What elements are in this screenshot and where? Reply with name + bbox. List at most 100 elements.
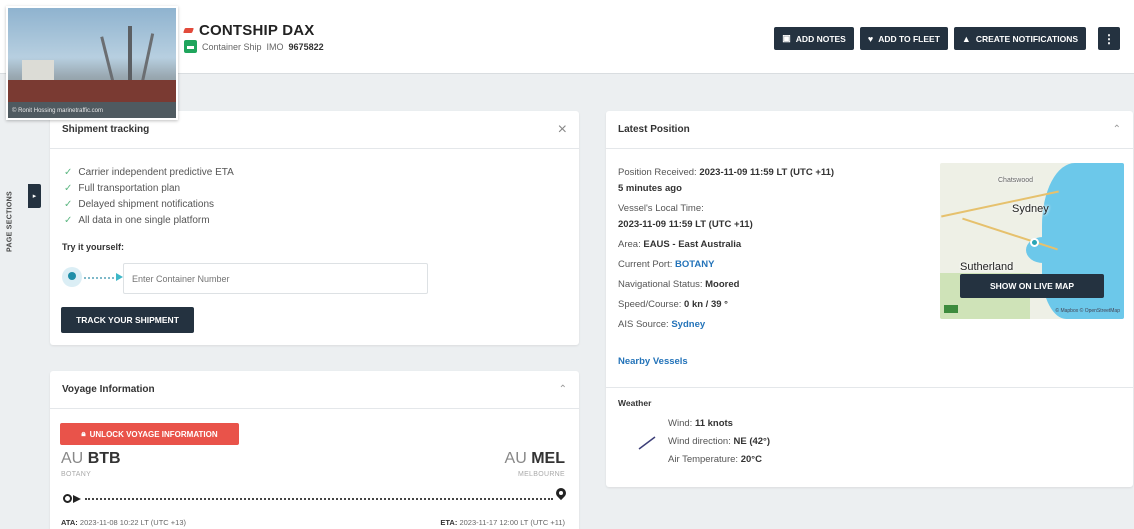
map-label-chatswood: Chatswood (998, 177, 1034, 184)
chevron-up-icon[interactable]: ⌃ (1113, 124, 1121, 135)
add-to-fleet-button[interactable]: ♥ ADD TO FLEET (859, 27, 948, 50)
current-port: Current Port: BOTANY (618, 257, 918, 273)
tracking-illustration (62, 265, 124, 293)
latest-position-card: Latest Position ⌃ Position Received: 202… (606, 111, 1133, 487)
nearby-vessels-link[interactable]: Nearby Vessels (618, 356, 688, 367)
check-icon: ✓ (64, 167, 73, 178)
location-pin-icon (62, 267, 82, 287)
speed-value: 0 kn / 39 ° (684, 299, 728, 310)
check-icon: ✓ (64, 215, 73, 226)
more-options-button[interactable]: ⋮ (1098, 27, 1120, 50)
ata-time: ATA: 2023-11-08 10:22 LT (UTC +13) (61, 518, 186, 527)
create-notifications-button[interactable]: ▲ CREATE NOTIFICATIONS (953, 27, 1086, 50)
ais-label: AIS Source: (618, 319, 669, 330)
current-port-link[interactable]: BOTANY (675, 259, 714, 270)
destination-port-name: MELBOURNE (517, 471, 565, 478)
destination-pin-icon (556, 488, 566, 502)
check-icon: ✓ (64, 183, 73, 194)
photo-hull (8, 80, 176, 102)
lock-icon: 🔒︎ (81, 429, 86, 438)
map-label-sydney: Sydney (1012, 203, 1049, 215)
map-credit: © Mapbox © OpenStreetMap (1055, 308, 1120, 314)
chevron-right-icon: ▸ (32, 193, 37, 200)
chevron-up-icon[interactable]: ⌃ (559, 384, 567, 395)
imo-number: 9675822 (288, 41, 324, 52)
feature-list: ✓ Carrier independent predictive ETA ✓ Ful… (64, 165, 234, 229)
photo-credit: © Ronit Hossing marinetraffic.com (12, 108, 104, 114)
add-notes-button[interactable]: ▣ ADD NOTES (774, 27, 854, 50)
container-number-input[interactable] (123, 263, 428, 294)
photo-crane (140, 33, 155, 83)
feature-item: ✓ Full transportation plan (64, 181, 234, 197)
nav-status-value: Moored (705, 279, 740, 290)
ais-source-link[interactable]: Sydney (671, 319, 705, 330)
origin-circle-icon (63, 494, 72, 503)
current-port-label: Current Port: (618, 259, 673, 270)
nav-status-label: Navigational Status: (618, 279, 703, 290)
wind-direction-icon (638, 436, 656, 450)
feature-item: ✓ All data in one single platform (64, 213, 234, 229)
close-icon[interactable]: × (558, 121, 567, 138)
departure-port-name: BOTANY (61, 471, 92, 478)
imo-label: IMO (266, 41, 284, 52)
air-temperature-value: 20°C (740, 454, 762, 465)
track-shipment-button[interactable]: TRACK YOUR SHIPMENT (61, 307, 194, 333)
vessel-mini-map[interactable]: Chatswood Sydney Sutherland SHOW ON LIVE… (940, 163, 1124, 319)
page-sections-label: PAGE SECTIONS (2, 178, 16, 278)
departure-port: AU BTB (61, 450, 121, 468)
voyage-title: Voyage Information (62, 384, 155, 395)
feature-text: Delayed shipment notifications (78, 199, 215, 210)
speed-course: Speed/Course: 0 kn / 39 ° (618, 297, 918, 313)
weather-title: Weather (618, 398, 652, 408)
eta-label: ETA: (440, 518, 458, 527)
area-label: Area: (618, 239, 641, 250)
photo-bridge (22, 60, 54, 82)
position-received-label: Position Received: (618, 167, 697, 178)
voyage-header[interactable]: Voyage Information ⌃ (50, 371, 579, 409)
unlock-voyage-button[interactable]: 🔒︎ UNLOCK VOYAGE INFORMATION (60, 423, 239, 445)
feature-item: ✓ Delayed shipment notifications (64, 197, 234, 213)
destination-country: AU (504, 450, 527, 467)
kebab-menu-icon: ⋮ (1103, 31, 1115, 46)
wind-arrow-line (638, 436, 656, 450)
arrow-right-icon (116, 273, 123, 281)
departure-country: AU (61, 450, 84, 467)
check-icon: ✓ (64, 199, 73, 210)
vessel-title-row: CONTSHIP DAX (183, 22, 314, 39)
weather-details: Wind: 11 knots Wind direction: NE (42°) … (668, 415, 770, 469)
shipment-tracking-card: Shipment tracking × ✓ Carrier independent… (50, 111, 579, 345)
feature-text: Carrier independent predictive ETA (78, 167, 234, 178)
map-label-sutherland: Sutherland (960, 261, 1014, 273)
page-sections-text: PAGE SECTIONS (6, 191, 14, 252)
ata-value: 2023-11-08 10:22 LT (UTC +13) (79, 518, 187, 527)
vessel-marker-icon (1030, 238, 1039, 247)
wind-value: 11 knots (694, 418, 733, 429)
vessel-type: Container Ship (202, 41, 262, 52)
position-received-value: 2023-11-09 11:59 LT (UTC +11) (699, 167, 835, 178)
air-temperature: Air Temperature: 20°C (668, 451, 770, 469)
page-sections-toggle[interactable]: ▸ (28, 184, 41, 208)
latest-position-title: Latest Position (618, 124, 690, 135)
ship-arrow-icon (73, 495, 81, 503)
destination-port: AU MEL (505, 450, 565, 468)
wind-direction: Wind direction: NE (42°) (668, 433, 770, 451)
note-icon: ▣ (782, 33, 791, 43)
navigational-status: Navigational Status: Moored (618, 277, 918, 293)
shipment-tracking-title: Shipment tracking (62, 124, 150, 135)
mapbox-logo-icon (944, 305, 958, 313)
eta-value: 2023-11-17 12:00 LT (UTC +11) (459, 518, 565, 527)
position-received: Position Received: 2023-11-09 11:59 LT (… (618, 165, 918, 181)
add-to-fleet-label: ADD TO FLEET (878, 33, 940, 44)
header-actions: ▣ ADD NOTES ♥ ADD TO FLEET ▲ CREATE NOTI… (774, 27, 1120, 50)
departure-code: BTB (87, 450, 121, 467)
eta-time: ETA: 2023-11-17 12:00 LT (UTC +11) (440, 518, 565, 527)
position-age-value: 5 minutes ago (618, 183, 682, 194)
latest-position-header[interactable]: Latest Position ⌃ (606, 111, 1133, 149)
unlock-voyage-label: UNLOCK VOYAGE INFORMATION (89, 429, 218, 439)
voyage-information-card: Voyage Information ⌃ 🔒︎ UNLOCK VOYAGE IN… (50, 371, 579, 529)
feature-text: All data in one single platform (78, 215, 210, 226)
flag-icon (183, 28, 194, 33)
show-on-live-map-button[interactable]: SHOW ON LIVE MAP (960, 274, 1104, 298)
vessel-photo[interactable]: © Ronit Hossing marinetraffic.com (6, 6, 178, 120)
vessel-subtitle: Container Ship IMO 9675822 (184, 40, 324, 53)
